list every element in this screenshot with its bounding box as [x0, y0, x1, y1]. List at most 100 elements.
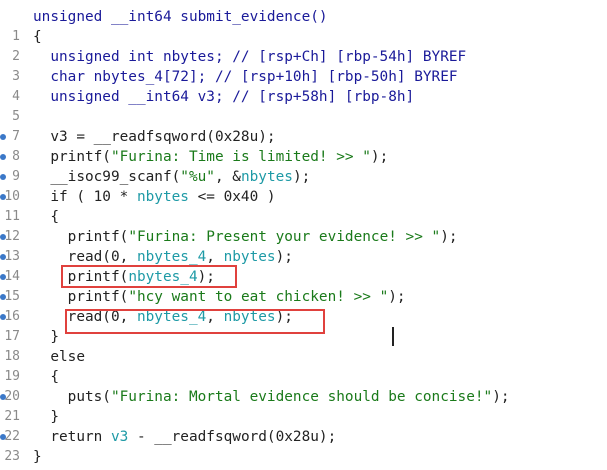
code-token: "Furina: Time is limited! >> " [110, 149, 371, 165]
code-token: { [33, 209, 59, 225]
line-number: 17 [4, 329, 20, 344]
code-text: puts("Furina: Mortal evidence should be … [33, 387, 510, 407]
code-token: char nbytes_4[72]; // [rsp+10h] [rbp-50h… [33, 69, 458, 85]
code-line[interactable]: 4 unsigned __int64 v3; // [rsp+58h] [rbp… [0, 87, 607, 107]
code-token: return [33, 429, 111, 445]
line-number: 21 [4, 409, 20, 424]
code-token: { [33, 29, 42, 45]
code-line[interactable]: 22 return v3 - __readfsqword(0x28u); [0, 427, 607, 447]
code-token: - __readfsqword(0x28u); [128, 429, 337, 445]
code-token: read(0, [33, 249, 137, 265]
code-line[interactable]: 20 puts("Furina: Mortal evidence should … [0, 387, 607, 407]
code-line[interactable]: 2 unsigned int nbytes; // [rsp+Ch] [rbp-… [0, 47, 607, 67]
code-text: else [33, 347, 85, 367]
text-cursor [392, 327, 394, 346]
code-line[interactable]: 21 } [0, 407, 607, 427]
code-line[interactable]: 18 else [0, 347, 607, 367]
line-number: 23 [4, 449, 20, 464]
code-text: { [33, 367, 59, 387]
code-token: ); [440, 229, 458, 245]
code-token: } [33, 449, 42, 465]
line-number [0, 7, 20, 27]
code-token: unsigned __int64 v3; // [rsp+58h] [rbp-8… [33, 89, 415, 105]
breakpoint-dot-icon[interactable] [0, 394, 6, 400]
code-token: unsigned __int64 submit_evidence() [33, 9, 328, 25]
breakpoint-dot-icon[interactable] [0, 254, 6, 260]
code-token: puts( [33, 389, 111, 405]
code-token: v3 = __readfsqword(0x28u); [33, 129, 276, 145]
breakpoint-dot-icon[interactable] [0, 274, 6, 280]
code-token: printf( [33, 149, 111, 165]
breakpoint-dot-icon[interactable] [0, 234, 6, 240]
line-number: 5 [12, 109, 20, 124]
code-line[interactable]: 9 __isoc99_scanf("%u", &nbytes); [0, 167, 607, 187]
code-token: , [206, 249, 224, 265]
code-text: printf("Furina: Present your evidence! >… [33, 227, 458, 247]
code-line[interactable]: 8 printf("Furina: Time is limited! >> ")… [0, 147, 607, 167]
code-text: char nbytes_4[72]; // [rsp+10h] [rbp-50h… [33, 67, 458, 87]
code-text: return v3 - __readfsqword(0x28u); [33, 427, 336, 447]
code-text: read(0, nbytes_4, nbytes); [33, 247, 293, 267]
code-token: printf( [33, 229, 129, 245]
code-text: __isoc99_scanf("%u", &nbytes); [33, 167, 310, 187]
code-token: ); [388, 289, 406, 305]
code-text: unsigned int nbytes; // [rsp+Ch] [rbp-54… [33, 47, 466, 67]
code-line[interactable]: 7 v3 = __readfsqword(0x28u); [0, 127, 607, 147]
code-token: if ( 10 * [33, 189, 137, 205]
code-line[interactable]: 15 printf("hcy want to eat chicken! >> "… [0, 287, 607, 307]
code-line[interactable]: 3 char nbytes_4[72]; // [rsp+10h] [rbp-5… [0, 67, 607, 87]
code-token: unsigned int nbytes; // [rsp+Ch] [rbp-54… [33, 49, 467, 65]
code-text: v3 = __readfsqword(0x28u); [33, 127, 276, 147]
line-number: 11 [4, 209, 20, 224]
breakpoint-dot-icon[interactable] [0, 134, 6, 140]
code-text: { [33, 27, 42, 47]
breakpoint-dot-icon[interactable] [0, 174, 6, 180]
code-line[interactable]: 5 [0, 107, 607, 127]
code-text: unsigned __int64 submit_evidence() [33, 7, 328, 27]
highlight-box-read [65, 309, 325, 334]
code-line[interactable]: 23} [0, 447, 607, 467]
code-text: unsigned __int64 v3; // [rsp+58h] [rbp-8… [33, 87, 414, 107]
code-line[interactable]: 19 { [0, 367, 607, 387]
breakpoint-dot-icon[interactable] [0, 294, 6, 300]
code-token: nbytes [240, 169, 293, 185]
breakpoint-dot-icon[interactable] [0, 314, 6, 320]
code-line[interactable]: 12 printf("Furina: Present your evidence… [0, 227, 607, 247]
breakpoint-dot-icon[interactable] [0, 194, 6, 200]
line-number: 4 [12, 89, 20, 104]
code-token: ); [492, 389, 510, 405]
code-token: ); [370, 149, 389, 165]
code-line[interactable]: unsigned __int64 submit_evidence() [0, 7, 607, 27]
code-line[interactable]: 10 if ( 10 * nbytes <= 0x40 ) [0, 187, 607, 207]
code-token: , & [214, 169, 241, 185]
code-text: printf("Furina: Time is limited! >> "); [33, 147, 388, 167]
code-token: ); [275, 249, 293, 265]
code-token: } [33, 329, 59, 345]
code-text: { [33, 207, 59, 227]
code-token: "hcy want to eat chicken! >> " [128, 289, 389, 305]
code-token: else [33, 349, 85, 365]
code-text: printf("hcy want to eat chicken! >> "); [33, 287, 406, 307]
breakpoint-dot-icon[interactable] [0, 434, 6, 440]
code-token: <= 0x40 ) [188, 189, 276, 205]
code-text: } [33, 407, 59, 427]
code-token: } [33, 409, 59, 425]
code-text: } [33, 447, 42, 467]
code-token: printf( [33, 289, 129, 305]
code-token: nbytes [223, 249, 276, 265]
highlight-box-printf [61, 265, 237, 288]
breakpoint-dot-icon[interactable] [0, 154, 6, 160]
line-number: 3 [12, 69, 20, 84]
code-token: nbytes [136, 189, 189, 205]
code-editor[interactable]: unsigned __int64 submit_evidence() 1{2 un… [0, 0, 607, 470]
line-number: 1 [12, 29, 20, 44]
line-number: 18 [4, 349, 20, 364]
code-text: } [33, 327, 59, 347]
code-token: v3 [110, 429, 129, 445]
code-token: "%u" [180, 169, 215, 185]
code-token: "Furina: Mortal evidence should be conci… [110, 389, 493, 405]
code-line[interactable]: 11 { [0, 207, 607, 227]
code-line[interactable]: 13 read(0, nbytes_4, nbytes); [0, 247, 607, 267]
code-line[interactable]: 1{ [0, 27, 607, 47]
code-token: nbytes_4 [136, 249, 207, 265]
